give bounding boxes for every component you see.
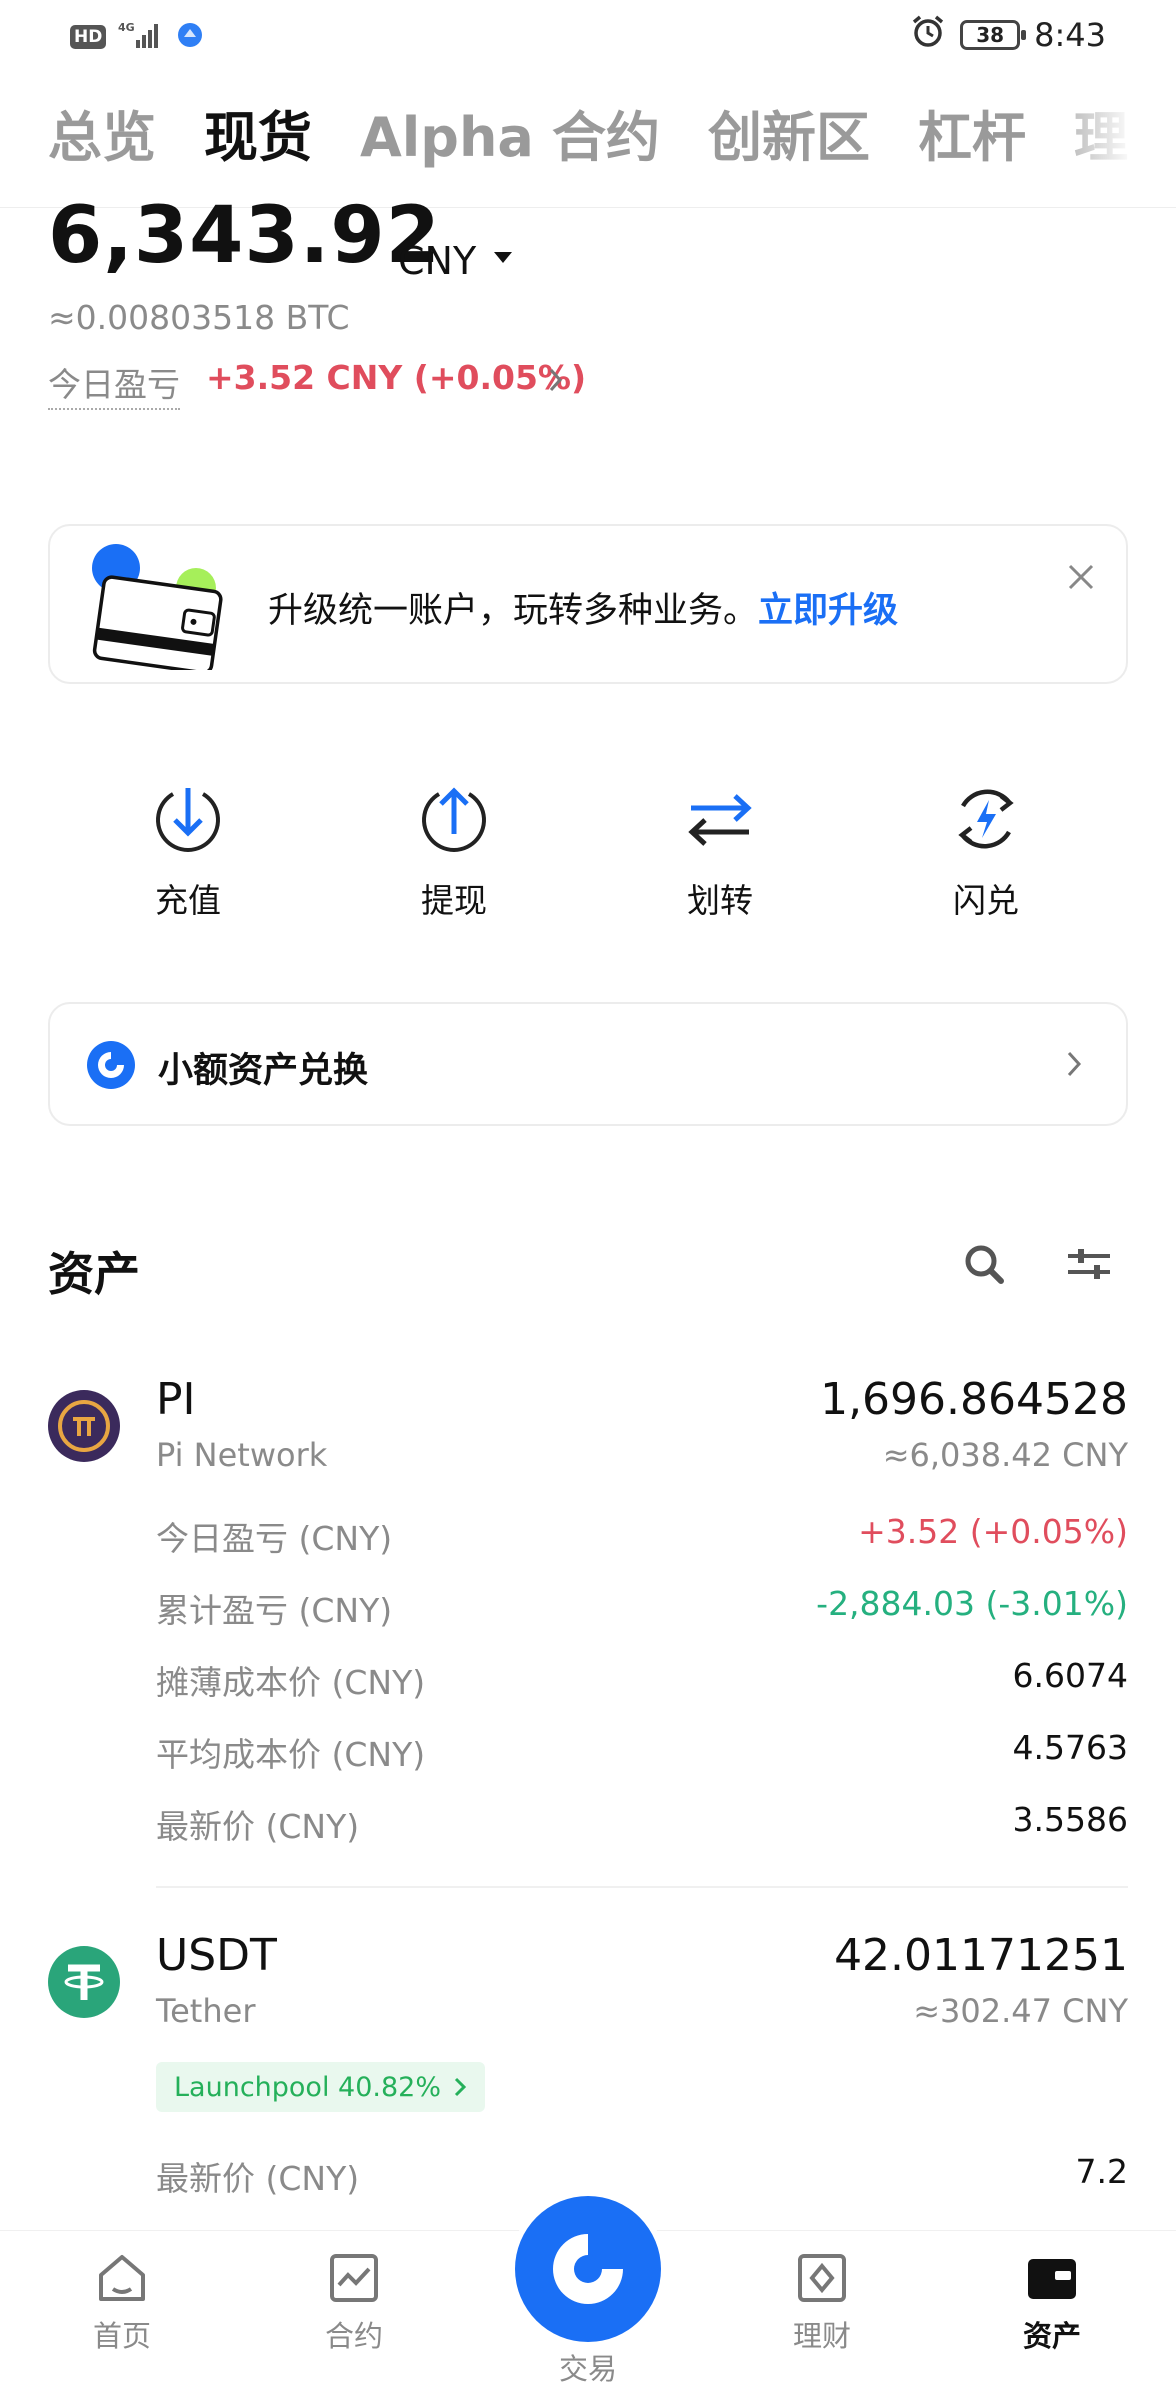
asset-detail-label: 平均成本价 (CNY) [156, 1735, 426, 1774]
chevron-right-icon [454, 2077, 467, 2097]
home-icon [99, 2255, 145, 2301]
signal-icon: 4G [118, 20, 164, 54]
launchpool-label: Launchpool 40.82% [174, 2071, 441, 2103]
small-asset-exchange-label: 小额资产兑换 [158, 1051, 369, 1091]
battery-icon: 38 [960, 20, 1027, 50]
asset-name: Pi Network [156, 1436, 328, 1474]
asset-symbol[interactable]: USDT [156, 1930, 277, 1981]
transfer-icon [688, 794, 752, 846]
status-left: HD 4G [70, 20, 204, 54]
close-icon[interactable] [1066, 562, 1096, 596]
balance-btc: ≈0.00803518 BTC [48, 298, 350, 337]
asset-detail-label: 最新价 (CNY) [156, 1807, 360, 1846]
status-right: 38 8:43 [910, 14, 1106, 56]
nav-futures-label: 合约 [324, 2319, 383, 2353]
asset-cny-value: ≈6,038.42 CNY [882, 1436, 1128, 1474]
nav-futures[interactable]: 合约 [264, 2231, 444, 2355]
asset-symbol[interactable]: PI [156, 1374, 196, 1425]
trade-icon [553, 2234, 623, 2304]
tab-overview[interactable]: 总览 [48, 98, 156, 178]
status-bar: HD 4G 38 8:43 [0, 0, 1176, 72]
withdraw-icon [422, 787, 486, 852]
asset-amount: 42.01171251 [834, 1930, 1128, 1981]
asset-detail-value: +3.52 (+0.05%) [858, 1512, 1128, 1551]
alarm-icon [910, 14, 946, 56]
asset-amount: 1,696.864528 [820, 1374, 1128, 1425]
flash-swap-button[interactable]: 闪兑 [911, 782, 1061, 922]
nav-earn-label: 理财 [792, 2319, 851, 2353]
tab-innovation[interactable]: 创新区 [708, 98, 870, 178]
asset-detail-label: 累计盈亏 (CNY) [156, 1591, 393, 1630]
deposit-button[interactable]: 充值 [113, 782, 263, 922]
pi-coin-icon [48, 1390, 120, 1462]
asset-detail-label: 摊薄成本价 (CNY) [156, 1663, 426, 1702]
futures-icon [330, 2254, 378, 2302]
asset-detail-value: 7.2 [1075, 2152, 1128, 2191]
chevron-right-icon [1064, 1048, 1084, 1084]
earn-icon [798, 2254, 846, 2302]
trade-button[interactable] [515, 2196, 661, 2342]
upgrade-banner[interactable]: 升级统一账户，玩转多种业务。立即升级 [48, 524, 1128, 684]
dust-convert-icon [86, 1040, 136, 1094]
asset-detail-value: 3.5586 [1012, 1800, 1128, 1839]
search-icon[interactable] [962, 1242, 1006, 1290]
nav-assets[interactable]: 资产 [962, 2231, 1142, 2355]
asset-name: Tether [156, 1992, 256, 2030]
flash-swap-icon [958, 789, 1014, 849]
deposit-label: 充值 [155, 881, 221, 920]
filter-icon[interactable] [1066, 1246, 1112, 1286]
tab-futures[interactable]: 合约 [552, 98, 660, 178]
nav-home[interactable]: 首页 [32, 2231, 212, 2355]
tab-alpha[interactable]: Alpha [360, 98, 534, 178]
balance-currency[interactable]: CNY [398, 236, 476, 286]
nav-trade-label: 交易 [558, 2352, 617, 2386]
tether-coin-icon [48, 1946, 120, 2018]
assets-section-title: 资产 [48, 1247, 140, 1301]
flash-swap-label: 闪兑 [953, 881, 1019, 920]
wallet-illustration-icon [84, 540, 232, 675]
upgrade-now-link[interactable]: 立即升级 [758, 591, 898, 631]
asset-detail-label: 最新价 (CNY) [156, 2159, 360, 2198]
today-pnl-label[interactable]: 今日盈亏 [48, 358, 180, 410]
asset-detail-value: 4.5763 [1012, 1728, 1128, 1767]
deposit-icon [156, 788, 220, 852]
network-type: 4G [118, 21, 135, 34]
asset-detail-value: -2,884.03 (-3.01%) [816, 1584, 1128, 1623]
nav-assets-label: 资产 [1022, 2319, 1081, 2353]
clock: 8:43 [1034, 16, 1106, 54]
app-status-icon [176, 21, 204, 53]
transfer-label: 划转 [687, 881, 753, 920]
banner-message: 升级统一账户，玩转多种业务。 [268, 591, 759, 631]
tab-fade [1036, 98, 1176, 207]
asset-divider [156, 1886, 1128, 1888]
asset-detail-value: 6.6074 [1012, 1656, 1128, 1695]
total-balance: 6,343.92 [48, 191, 441, 281]
nav-earn[interactable]: 理财 [732, 2231, 912, 2355]
launchpool-badge[interactable]: Launchpool 40.82% [156, 2062, 485, 2112]
transfer-button[interactable]: 划转 [645, 782, 795, 922]
tab-spot[interactable]: 现货 [204, 98, 312, 178]
wallet-icon [1028, 2259, 1076, 2299]
asset-detail-label: 今日盈亏 (CNY) [156, 1519, 393, 1558]
hd-badge: HD [70, 25, 107, 49]
asset-cny-value: ≈302.47 CNY [913, 1992, 1128, 2030]
small-asset-exchange-row[interactable]: 小额资产兑换 [48, 1002, 1128, 1126]
chevron-right-icon[interactable] [546, 366, 566, 398]
withdraw-button[interactable]: 提现 [379, 782, 529, 922]
today-pnl-value[interactable]: +3.52 CNY (+0.05%) [206, 358, 586, 397]
banner-text: 升级统一账户，玩转多种业务。立即升级 [268, 582, 898, 633]
withdraw-label: 提现 [421, 881, 487, 920]
currency-caret-icon[interactable] [494, 252, 512, 263]
tab-margin[interactable]: 杠杆 [918, 98, 1026, 178]
nav-home-label: 首页 [92, 2319, 151, 2353]
